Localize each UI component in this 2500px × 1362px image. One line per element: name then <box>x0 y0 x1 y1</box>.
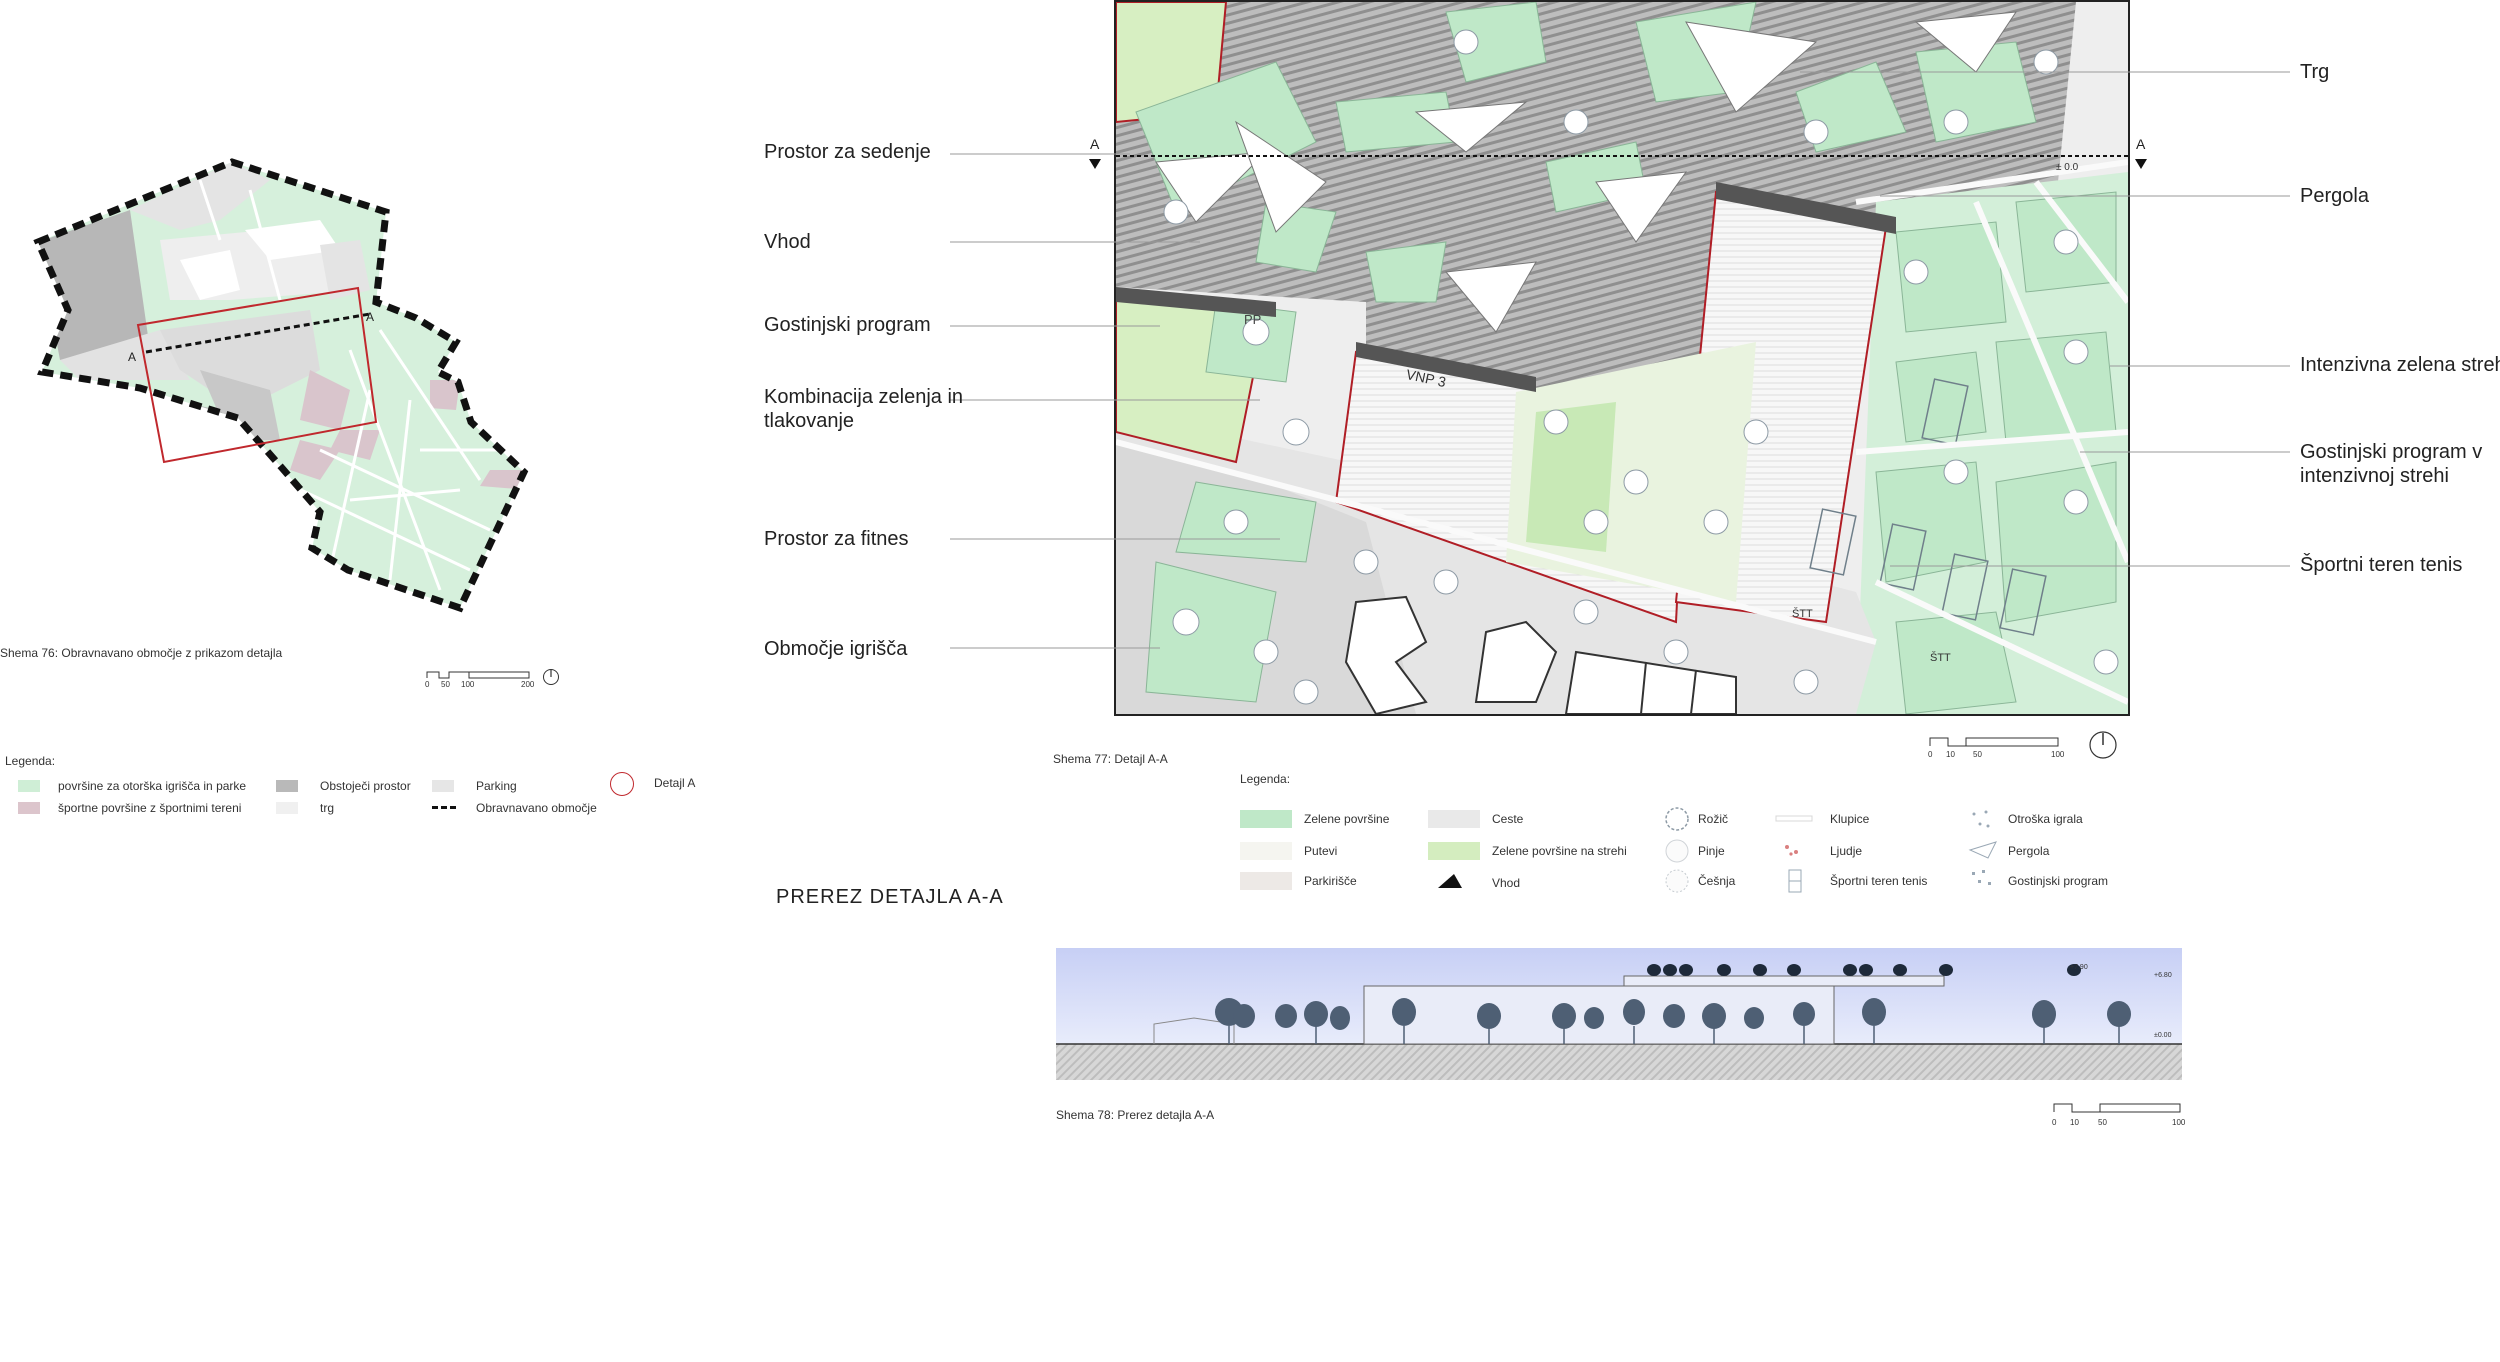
callout-entrance: Vhod <box>764 231 811 253</box>
detail-scale-tick-3: 100 <box>2051 750 2065 759</box>
legend-label-existing: Obstoječi prostor <box>320 779 411 793</box>
section-scale-tick-1: 10 <box>2070 1118 2079 1127</box>
dlegend-tennis-icon <box>1788 869 1802 893</box>
dlegend-label-playground: Otroška igrala <box>2008 812 2083 826</box>
legend-label-parking: Parking <box>476 779 517 793</box>
dlegend-label-green: Zelene površine <box>1304 812 1390 826</box>
callout-roof-catering: Gostinjski program v intenzivnoj strehi <box>2300 441 2483 487</box>
detail-scale-svg <box>1929 737 2059 747</box>
section-scale-bar: 0 10 50 100 <box>2052 1100 2192 1128</box>
dlegend-label-benches: Klupice <box>1830 812 1870 826</box>
callout-playground: Območje igrišča <box>764 638 908 660</box>
callout-tennis: Športni teren tenis <box>2300 554 2463 576</box>
section-drawing: +7.90 +6.80 ±0.00 <box>1054 946 2184 1082</box>
detail-scale-tick-0: 0 <box>1928 750 1933 759</box>
detail-scale-tick-2: 50 <box>1973 750 1982 759</box>
section-scale-tick-3: 100 <box>2172 1118 2186 1127</box>
dlegend-tree-pinje-icon <box>1665 839 1689 863</box>
legend-swatch-detail <box>610 772 634 796</box>
detail-scale-bar: 0 10 50 100 <box>1928 734 2068 762</box>
dlegend-people-icon <box>1785 845 1798 856</box>
detail-north-icon <box>2089 731 2117 759</box>
dlegend-tree-cesnja-icon <box>1665 869 1689 893</box>
section-drawing-svg <box>1056 948 2182 1080</box>
callout-green-roof: Intenzivna zelena streha <box>2300 354 2500 376</box>
section-level-ground: ±0.00 <box>2154 1032 2172 1039</box>
legend-label-boundary: Obravnavano območje <box>476 801 597 815</box>
legend-label-square: trg <box>320 801 335 815</box>
section-scale-tick-0: 0 <box>2052 1118 2057 1127</box>
callout-fitness: Prostor za fitnes <box>764 528 909 550</box>
detail-legend-title: Legenda: <box>1240 772 1291 786</box>
legend-swatch-boundary <box>432 806 456 809</box>
dlegend-label-entrance: Vhod <box>1492 876 1521 890</box>
dlegend-label-roads: Ceste <box>1492 812 1524 826</box>
legend-label-detail: Detajl A <box>654 776 696 790</box>
section-level-top: +6.80 <box>2154 972 2172 979</box>
dlegend-label-rozic: Rožič <box>1698 812 1729 826</box>
legend-label-play-parks: površine za otorška igrišča in parke <box>58 779 247 793</box>
detail-caption: Shema 77: Detajl A-A <box>1053 752 1168 766</box>
dlegend-label-parking: Parkirišče <box>1304 874 1357 888</box>
dlegend-label-pinje: Pinje <box>1698 844 1725 858</box>
dlegend-swatch-roads <box>1428 810 1480 828</box>
callout-square: Trg <box>2300 61 2330 83</box>
dlegend-swatch-parking <box>1240 872 1292 890</box>
dlegend-playground-icon <box>1972 810 1990 828</box>
dlegend-label-people: Ljudje <box>1830 844 1863 858</box>
section-title: PREREZ DETAJLA A-A <box>776 886 1004 908</box>
dlegend-pergola-icon <box>1968 841 1997 859</box>
dlegend-swatch-roof-green <box>1428 842 1480 860</box>
dlegend-label-cesnja: Češnja <box>1698 874 1736 888</box>
dlegend-bench-icon <box>1775 815 1813 822</box>
dlegend-swatch-paths <box>1240 842 1292 860</box>
dlegend-label-catering: Gostinjski program <box>2008 874 2109 888</box>
legend-swatch-play-parks <box>18 780 40 792</box>
callout-catering: Gostinjski program <box>764 314 931 336</box>
callout-seating-area: Prostor za sedenje <box>764 141 931 163</box>
dlegend-tree-rozic-icon <box>1665 807 1689 831</box>
detail-scale-tick-1: 10 <box>1946 750 1955 759</box>
dlegend-label-paths: Putevi <box>1304 844 1338 858</box>
callout-pergola: Pergola <box>2300 185 2369 207</box>
legend-swatch-sport-areas <box>18 802 40 814</box>
legend-swatch-existing <box>276 780 298 792</box>
dlegend-entrance-icon <box>1438 874 1462 888</box>
section-caption: Shema 78: Prerez detajla A-A <box>1056 1108 1215 1122</box>
callout-green-paving: Kombinacija zelenja in tlakovanje <box>764 386 964 432</box>
dlegend-label-tennis: Športni teren tenis <box>1830 874 1928 888</box>
section-level-mid: +7.90 <box>2070 964 2088 971</box>
legend-swatch-parking <box>432 780 454 792</box>
legend-label-sport-areas: športne površine z športnimi tereni <box>58 801 242 815</box>
callout-lines <box>950 71 2290 649</box>
section-scale-tick-2: 50 <box>2098 1118 2107 1127</box>
dlegend-swatch-green <box>1240 810 1292 828</box>
dlegend-label-pergola: Pergola <box>2008 844 2050 858</box>
legend-swatch-square <box>276 802 298 814</box>
section-scale-svg <box>2053 1103 2181 1113</box>
dlegend-label-roof-green: Zelene površine na strehi <box>1492 844 1627 858</box>
dlegend-catering-icon <box>1972 870 1991 885</box>
